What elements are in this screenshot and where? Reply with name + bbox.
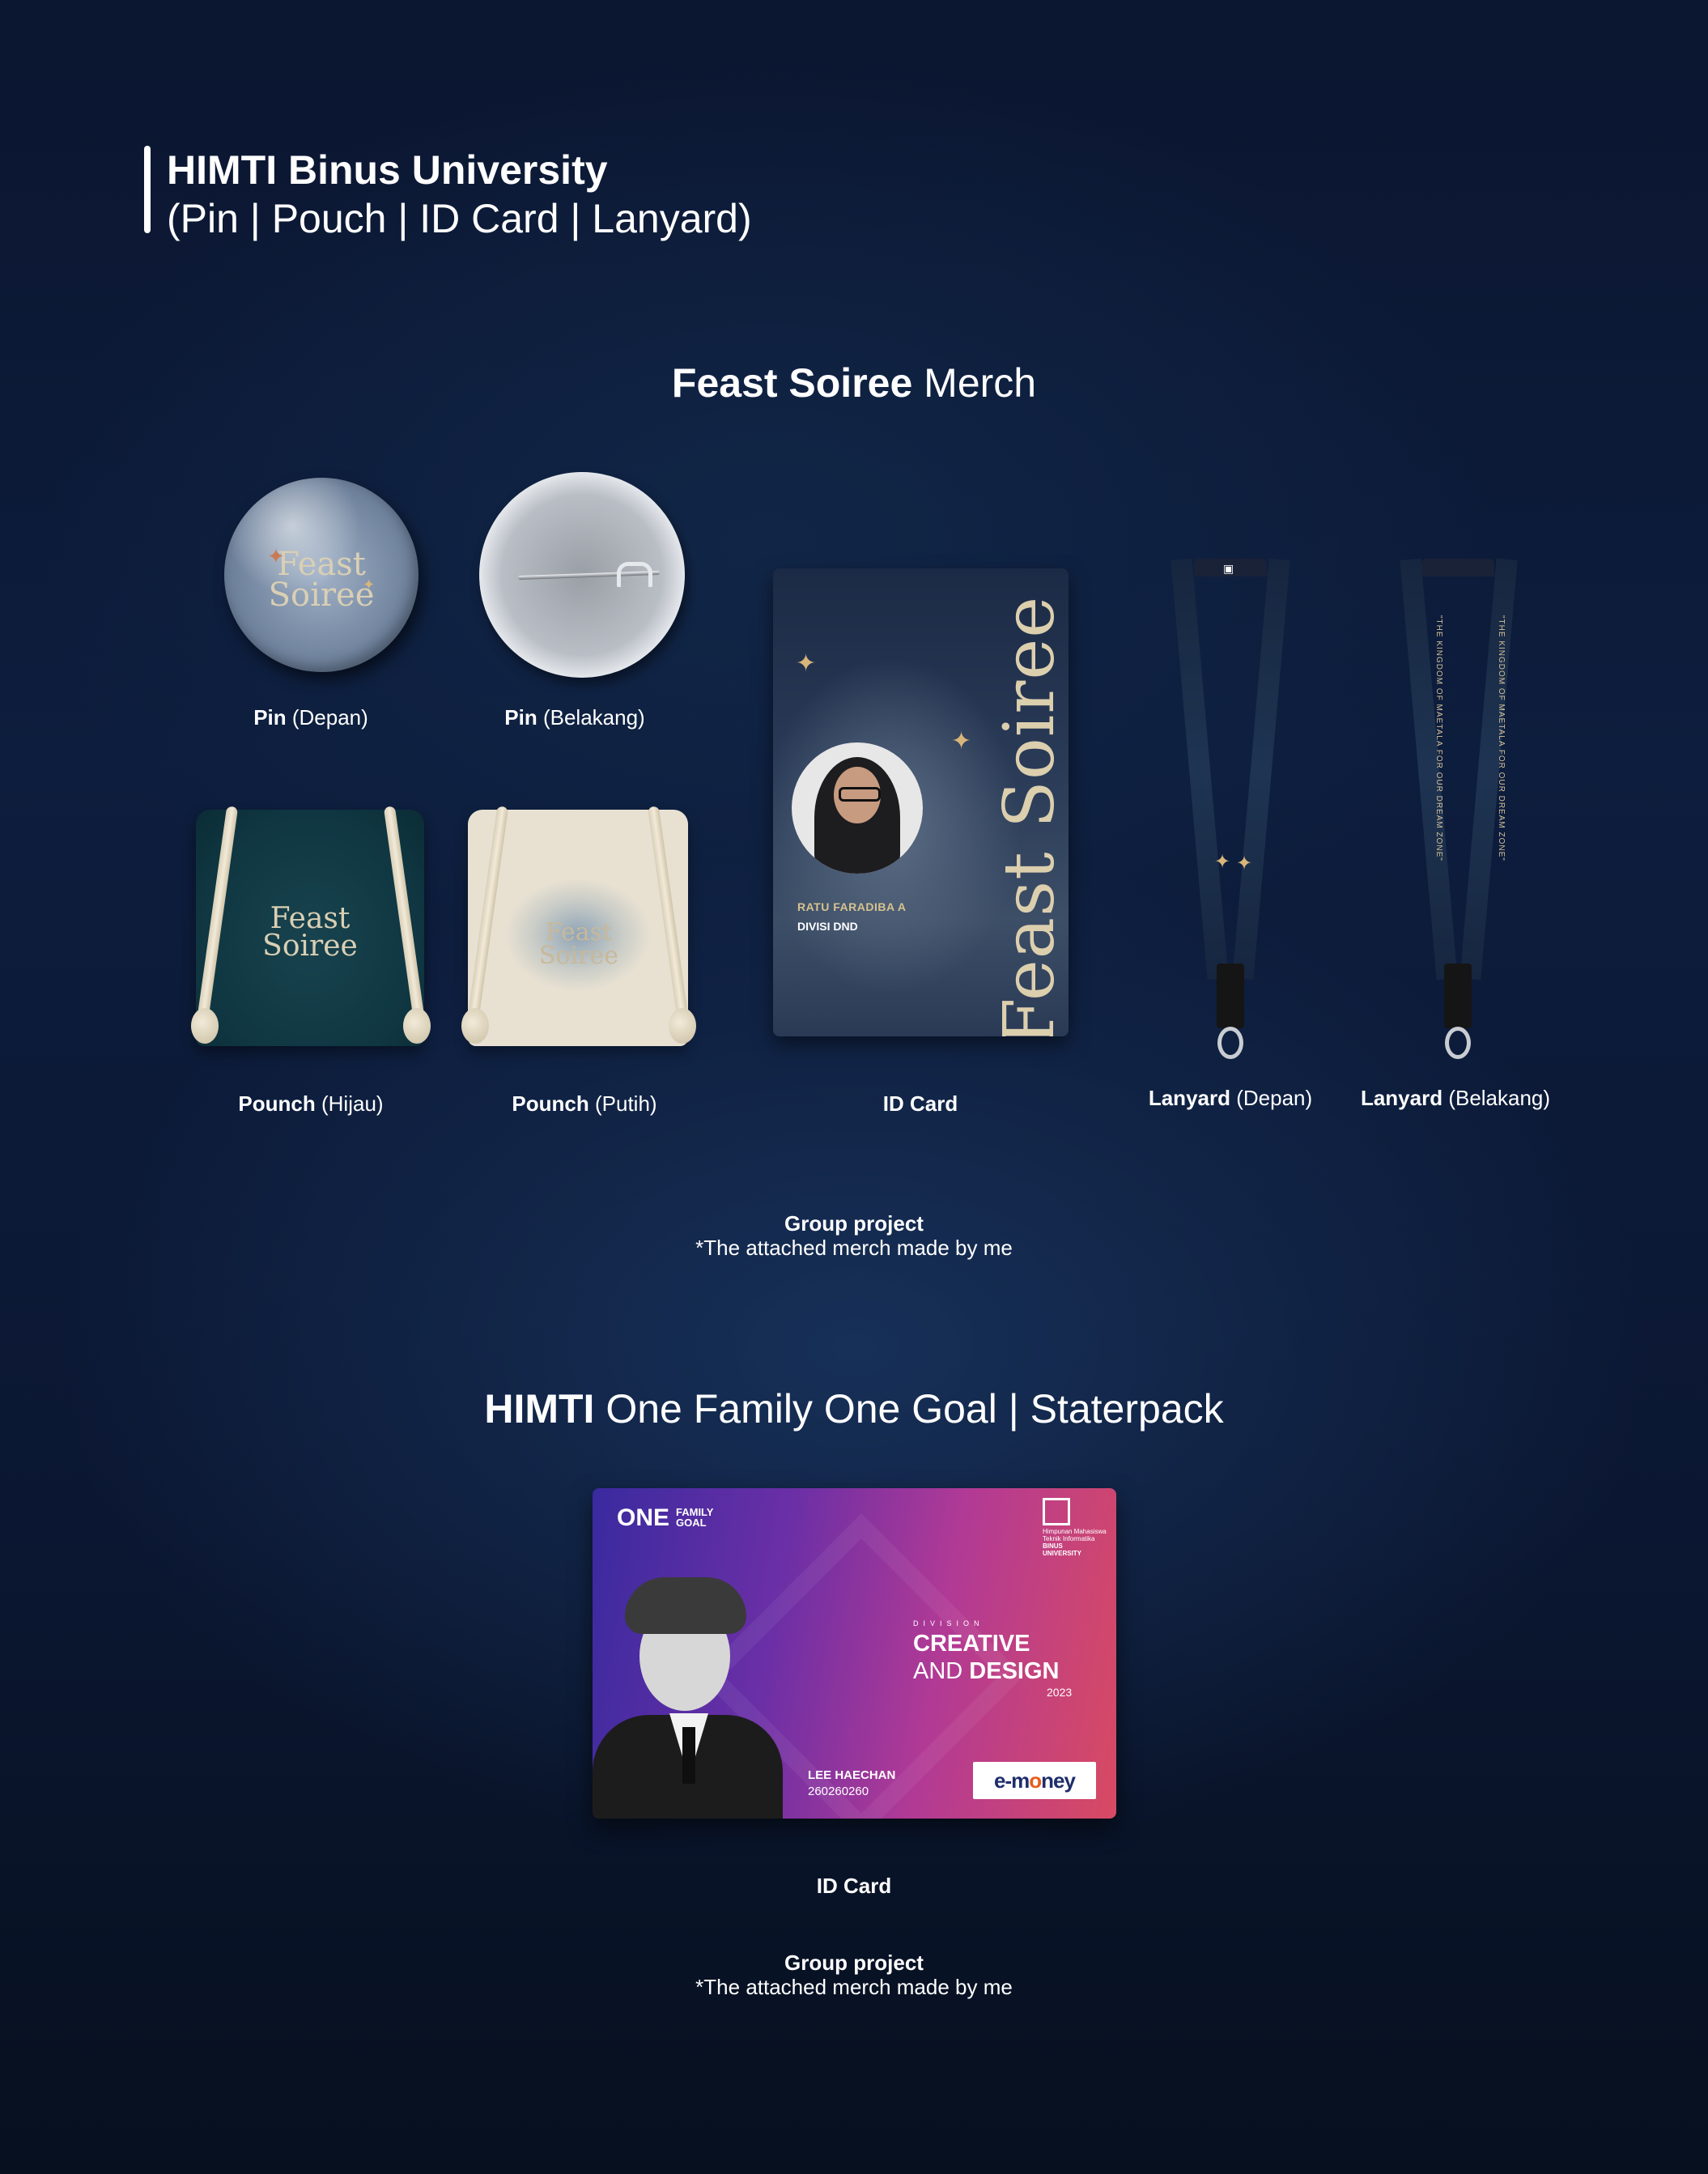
caption-rest: (Depan) [1230,1086,1313,1110]
profile-photo [792,742,923,874]
caption-rest: (Hijau) [315,1091,384,1116]
caption-lanyard-back: Lanyard (Belakang) [1361,1085,1550,1111]
and-text: AND [913,1658,970,1684]
feast-title-bold: Feast Soiree [671,360,913,406]
photo-glasses [839,787,881,802]
sparkle-icon: ✦ [1214,851,1231,873]
caption-lanyard-front: Lanyard (Depan) [1149,1085,1312,1111]
logo-line-2: Soiree [538,941,619,970]
himti-note: Group project *The attached merch made b… [0,1951,1708,1999]
himti-title-rest: One Family One Goal | Staterpack [594,1386,1224,1432]
card-holder-division: DIVISI DND [797,920,858,933]
caption-bold: Pounch [238,1091,316,1116]
caption-himti-id-card: ID Card [817,1873,891,1899]
feast-id-card: Feast Soiree ✦ ✦ RATU FARADIBA A DIVISI … [773,568,1069,1036]
caption-pin-front: Pin (Depan) [253,704,368,730]
photo-tie [682,1727,695,1784]
feast-title-rest: Merch [912,360,1037,406]
lanyard-hook [1445,1027,1471,1059]
photo-hair [625,1577,746,1634]
sparkle-icon: ✦ [796,650,817,677]
note-text: *The attached merch made by me [695,1236,1013,1260]
pin-clasp [617,562,652,587]
division-and-design: AND DESIGN [913,1658,1059,1685]
page-title: HIMTI Binus University [167,147,608,193]
card-holder-name: LEE HAECHAN [808,1768,896,1782]
logo-line-2: Soiree [262,930,358,964]
lanyard-slogan: "THE KINGDOM OF MAETALA FOR OUR DREAM ZO… [1434,615,1443,862]
caption-bold: Pounch [512,1091,589,1116]
lanyard-strap [1171,558,1229,981]
caption-bold: Lanyard [1148,1086,1230,1110]
lanyard-strap [1232,558,1290,981]
caption-rest: (Belakang) [537,705,645,730]
org-line-2: Teknik Informatika [1043,1535,1095,1542]
pouch-knot [669,1008,696,1044]
division-label: DIVISION [913,1619,984,1627]
pouch-green-logo: Feast Soiree [245,902,375,964]
pouch-knot [191,1008,219,1044]
note-title: Group project [784,1951,924,1975]
university-text: UNIVERSITY [1043,1550,1082,1557]
note-text: *The attached merch made by me [695,1975,1013,1999]
note-title: Group project [784,1211,924,1236]
org-line-1: Himpunan Mahasiswa [1043,1528,1107,1535]
lanyard-clip [1217,964,1244,1028]
caption-rest: (Putih) [588,1091,657,1116]
caption-pouch-green: Pounch (Hijau) [238,1091,383,1117]
caption-bold: ID Card [816,1874,892,1898]
caption-bold: ID Card [882,1091,958,1116]
sparkle-icon: ✦ [363,576,376,593]
sparkle-icon: ✦ [951,728,972,755]
sparkle-icon: ✦ [267,544,285,568]
emoney-logo: e-money [973,1762,1096,1799]
division-year: 2023 [1047,1686,1073,1699]
lanyard-slogan: "THE KINGDOM OF MAETALA FOR OUR DREAM ZO… [1497,615,1506,862]
feast-vertical-title: Feast Soiree [989,595,1069,1036]
binus-text: BINUS [1043,1542,1063,1550]
card-holder-id: 260260260 [808,1785,869,1798]
caption-bold: Pin [253,705,287,730]
pouch-white-logo: Feast Soiree [514,921,644,968]
pouch-knot [403,1008,431,1044]
himti-logo-icon [1043,1498,1070,1525]
lanyard-hook [1217,1027,1243,1059]
himti-logo-icon: ▣ [1223,562,1234,575]
goal-text: GOAL [676,1517,707,1529]
caption-pin-back: Pin (Belakang) [504,704,644,730]
family-goal-logo: FAMILY GOAL [676,1507,713,1528]
lanyard-top [1421,559,1494,576]
page-subtitle: (Pin | Pouch | ID Card | Lanyard) [167,196,752,241]
himti-title-bold: HIMTI [484,1386,595,1432]
header-accent-bar [144,146,151,233]
pouch-knot [461,1008,489,1044]
card-holder-name: RATU FARADIBA A [797,900,907,913]
logo-line-1: Feast [270,902,351,935]
feast-note: Group project *The attached merch made b… [0,1211,1708,1260]
lanyard-clip [1444,964,1472,1028]
one-logo: ONE [617,1504,670,1531]
caption-bold: Lanyard [1360,1086,1443,1110]
caption-feast-id-card: ID Card [883,1091,958,1117]
himti-section-title: HIMTI One Family One Goal | Staterpack [0,1385,1708,1433]
design-text: DESIGN [969,1658,1060,1684]
lanyard-strap [1400,558,1458,981]
lanyard-back-image: "THE KINGDOM OF MAETALA FOR OUR DREAM ZO… [1400,558,1523,1061]
himti-id-card: ONE FAMILY GOAL Himpunan Mahasiswa Tekni… [593,1488,1116,1819]
caption-bold: Pin [504,705,537,730]
division-creative: CREATIVE [913,1631,1030,1657]
feast-section-title: Feast Soiree Merch [0,359,1708,407]
emoney-o: o [1029,1768,1042,1793]
person-photo [593,1577,783,1819]
caption-rest: (Belakang) [1442,1086,1551,1110]
caption-pouch-white: Pounch (Putih) [512,1091,656,1117]
lanyard-front-image: ▣ ✦ ✦ [1170,558,1291,1061]
lanyard-strap [1459,558,1518,981]
binus-logo: Himpunan Mahasiswa Teknik Informatika BI… [1043,1498,1107,1557]
emoney-pre: e-m [994,1768,1030,1793]
caption-rest: (Depan) [286,705,368,730]
emoney-post: ney [1041,1768,1076,1793]
sparkle-icon: ✦ [1236,853,1253,874]
